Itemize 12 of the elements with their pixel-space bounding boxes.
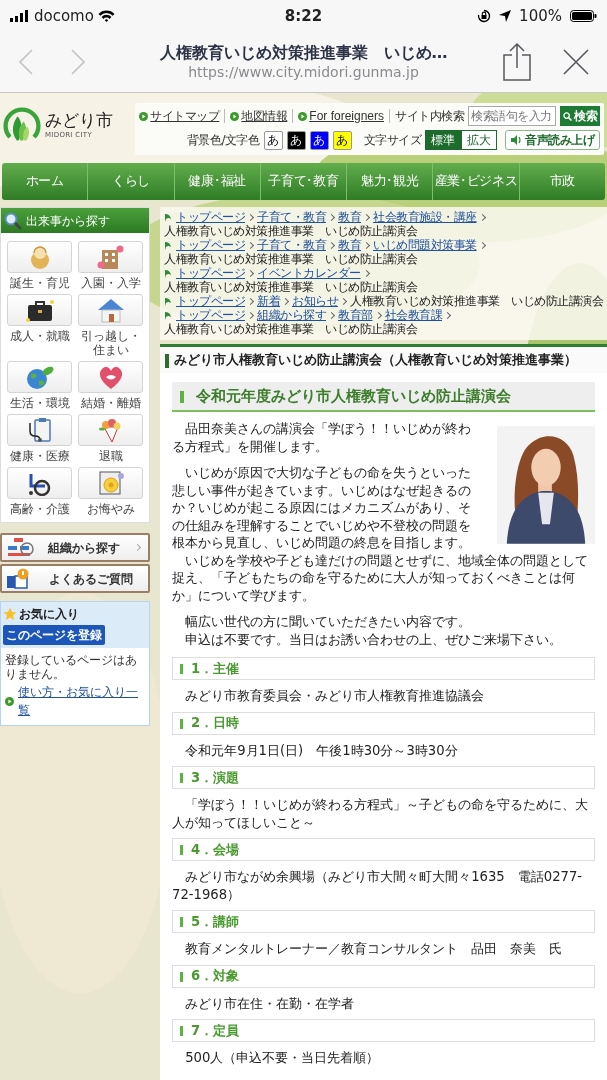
battery-icon — [570, 10, 597, 22]
browser-page-title: 人権教育いじめ対策推進事業 いじめ… — [158, 43, 449, 63]
battery-percent: 100% — [519, 5, 562, 27]
clock-time: 8:22 — [284, 5, 323, 27]
wifi-icon — [97, 10, 115, 22]
signal-icon — [10, 10, 30, 22]
close-button[interactable] — [563, 49, 589, 75]
orientation-lock-icon — [477, 9, 492, 23]
share-button[interactable] — [503, 43, 531, 81]
location-arrow-icon — [499, 10, 512, 22]
carrier-name: docomo — [34, 5, 94, 27]
url-text: https://www.city.midori.gunma.jp — [187, 63, 420, 81]
